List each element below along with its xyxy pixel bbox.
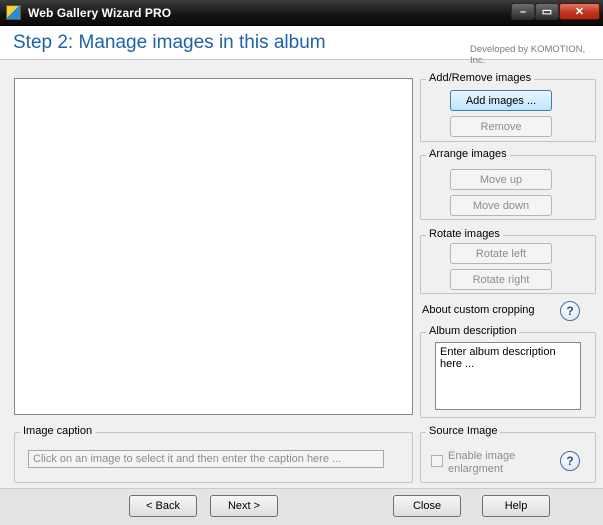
remove-button[interactable]: Remove xyxy=(450,116,552,137)
source-image-title: Source Image xyxy=(426,425,501,438)
move-down-button[interactable]: Move down xyxy=(450,195,552,216)
move-up-button[interactable]: Move up xyxy=(450,169,552,190)
arrange-images-title: Arrange images xyxy=(426,148,510,161)
close-button[interactable]: Close xyxy=(393,495,461,517)
enable-enlargement-label: Enable image enlargment xyxy=(448,450,516,475)
source-image-help-button[interactable]: ? xyxy=(560,451,580,471)
back-button[interactable]: < Back xyxy=(129,495,197,517)
add-images-button[interactable]: Add images ... xyxy=(450,90,552,111)
next-button[interactable]: Next > xyxy=(210,495,278,517)
window-title: Web Gallery Wizard PRO xyxy=(28,6,172,20)
minimize-button[interactable]: – xyxy=(511,3,535,20)
maximize-button[interactable]: ▭ xyxy=(535,3,559,20)
image-caption-input[interactable]: Click on an image to select it and then … xyxy=(28,450,384,468)
enable-enlargement-checkbox[interactable] xyxy=(431,455,443,467)
custom-cropping-label: About custom cropping xyxy=(422,304,535,316)
album-description-title: Album description xyxy=(426,325,520,338)
developer-credit: Developed by KOMOTION, Inc. xyxy=(470,44,586,66)
image-list[interactable] xyxy=(14,78,413,415)
image-caption-title: Image caption xyxy=(20,425,96,438)
page-title: Step 2: Manage images in this album xyxy=(13,32,326,53)
rotate-left-button[interactable]: Rotate left xyxy=(450,243,552,264)
add-remove-images-title: Add/Remove images xyxy=(426,72,535,85)
custom-cropping-help-button[interactable]: ? xyxy=(560,301,580,321)
close-window-button[interactable]: ✕ xyxy=(559,3,600,20)
question-mark-icon: ? xyxy=(566,304,574,318)
maximize-icon: ▭ xyxy=(541,6,553,18)
album-description-input[interactable]: Enter album description here ... xyxy=(435,342,581,410)
help-button[interactable]: Help xyxy=(482,495,550,517)
wizard-app-icon xyxy=(6,5,21,20)
question-mark-icon: ? xyxy=(566,454,574,468)
close-icon: ✕ xyxy=(574,6,585,18)
rotate-right-button[interactable]: Rotate right xyxy=(450,269,552,290)
rotate-images-title: Rotate images xyxy=(426,228,503,241)
minimize-icon: – xyxy=(519,5,527,18)
